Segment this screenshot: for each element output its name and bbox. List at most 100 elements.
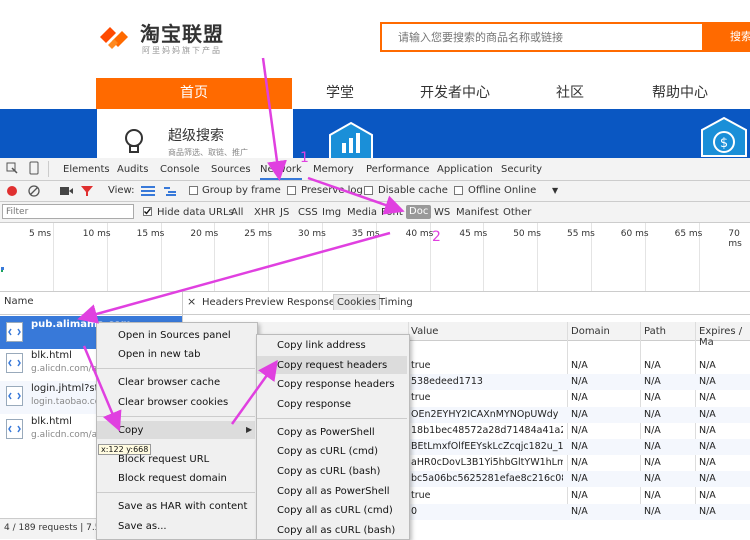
cookie-cell-value[interactable]: 538edeed1713 [411,376,563,387]
cookie-cell-value[interactable]: aHR0cDovL3B1Yi5hbGltYW1hLm... [411,457,563,468]
cookie-cell-path[interactable]: N/A [644,457,694,468]
submenu-copy-as-curl-cmd[interactable]: Copy as cURL (cmd) [277,446,378,457]
tab-performance[interactable]: Performance [366,164,429,175]
menu-item-save-har[interactable]: Save as HAR with content [118,501,247,512]
offline-checkbox[interactable] [454,186,463,195]
column-header-domain[interactable]: Domain [571,326,610,337]
detail-tab-timing[interactable]: Timing [379,297,413,308]
menu-item-copy[interactable]: Copy [118,425,143,436]
submenu-copy-all-as-powershell[interactable]: Copy all as PowerShell [277,486,390,497]
menu-item-block-url[interactable]: Block request URL [118,454,209,465]
submenu-copy-as-curl-bash[interactable]: Copy as cURL (bash) [277,466,380,477]
submenu-copy-all-as-curl-cmd[interactable]: Copy all as cURL (cmd) [277,505,393,516]
cookie-cell-value[interactable]: bc5a06bc5625281efae8c216c08e... [411,473,563,484]
clear-icon[interactable] [28,185,40,197]
menu-item-open-in-new-tab[interactable]: Open in new tab [118,349,200,360]
filter-type-xhr[interactable]: XHR [254,207,275,218]
overview-icon[interactable] [164,185,178,197]
capture-screenshots-icon[interactable] [60,186,73,196]
submenu-copy-response-headers[interactable]: Copy response headers [277,379,395,390]
detail-tab-headers[interactable]: Headers [202,297,244,308]
cookie-cell-expires[interactable]: N/A [699,457,749,468]
cookie-cell-domain[interactable]: N/A [571,473,637,484]
menu-item-save-as[interactable]: Save as... [118,521,167,532]
column-header-path[interactable]: Path [644,326,666,337]
logo-text[interactable]: 淘宝联盟 [140,18,224,47]
cookie-cell-path[interactable]: N/A [644,392,694,403]
cookie-cell-domain[interactable]: N/A [571,490,637,501]
cookie-cell-expires[interactable]: N/A [699,506,749,517]
cookie-cell-expires[interactable]: N/A [699,360,749,371]
cookie-cell-value[interactable]: OEn2EYHY2ICAXnMYNOpUWdy [411,409,563,420]
tab-network[interactable]: Network [260,164,302,180]
cookie-cell-expires[interactable]: N/A [699,473,749,484]
cookie-cell-path[interactable]: N/A [644,506,694,517]
filter-type-ws[interactable]: WS [434,207,450,218]
menu-item-block-domain[interactable]: Block request domain [118,473,227,484]
filter-type-img[interactable]: Img [322,207,341,218]
nav-item-help[interactable]: 帮助中心 [635,78,725,109]
cookie-cell-domain[interactable]: N/A [571,425,637,436]
submenu-copy-all-as-curl-bash[interactable]: Copy all as cURL (bash) [277,525,395,536]
filter-type-js[interactable]: JS [280,207,289,218]
tab-console[interactable]: Console [160,164,200,175]
cookie-cell-value[interactable]: 0 [411,506,563,517]
tab-memory[interactable]: Memory [313,164,354,175]
cookie-cell-path[interactable]: N/A [644,441,694,452]
nav-item-home[interactable]: 首页 [96,78,292,109]
tab-security[interactable]: Security [501,164,542,175]
device-toolbar-icon[interactable] [27,161,41,175]
submenu-copy-response[interactable]: Copy response [277,399,351,410]
throttling-select[interactable]: Online [504,185,536,196]
cookie-cell-domain[interactable]: N/A [571,409,637,420]
cookie-cell-expires[interactable]: N/A [699,441,749,452]
filter-type-manifest[interactable]: Manifest [456,207,499,218]
cookie-cell-value[interactable]: BEtLmxfOlfEEYskLcZcqjc182u_1SF... [411,441,563,452]
cookie-cell-expires[interactable]: N/A [699,392,749,403]
filter-type-font[interactable]: Font [381,207,403,218]
cookie-cell-path[interactable]: N/A [644,360,694,371]
submenu-copy-as-powershell[interactable]: Copy as PowerShell [277,427,375,438]
alimama-logo-icon[interactable] [96,22,136,52]
cookie-cell-path[interactable]: N/A [644,490,694,501]
search-input[interactable] [382,24,734,50]
menu-item-open-in-sources[interactable]: Open in Sources panel [118,330,231,341]
detail-tab-response[interactable]: Response [287,297,335,308]
nav-item-developer[interactable]: 开发者中心 [405,78,505,109]
tab-sources[interactable]: Sources [211,164,251,175]
search-button[interactable]: 搜索 [704,22,750,52]
filter-icon[interactable] [81,185,93,197]
cookie-cell-domain[interactable]: N/A [571,360,637,371]
tab-application[interactable]: Application [437,164,493,175]
filter-type-css[interactable]: CSS [298,207,318,218]
filter-type-media[interactable]: Media [347,207,377,218]
menu-item-clear-cookies[interactable]: Clear browser cookies [118,397,228,408]
cookie-cell-path[interactable]: N/A [644,409,694,420]
search-box[interactable] [380,22,734,52]
cookie-cell-value[interactable]: true [411,392,563,403]
cookie-cell-value[interactable]: 18b1bec48572a28d71484a41a24... [411,425,563,436]
menu-item-clear-cache[interactable]: Clear browser cache [118,377,220,388]
cookie-cell-expires[interactable]: N/A [699,425,749,436]
cookie-cell-domain[interactable]: N/A [571,457,637,468]
nav-item-community[interactable]: 社区 [540,78,600,109]
close-icon[interactable]: × [187,295,196,308]
submenu-copy-link-address[interactable]: Copy link address [277,340,366,351]
cookie-cell-expires[interactable]: N/A [699,490,749,501]
tab-elements[interactable]: Elements [63,164,110,175]
nav-item-academy[interactable]: 学堂 [310,78,370,109]
name-column-title[interactable]: Name [4,296,34,307]
cookie-cell-expires[interactable]: N/A [699,409,749,420]
large-rows-icon[interactable] [141,185,155,197]
cookie-cell-value[interactable]: true [411,490,563,501]
preserve-log-checkbox[interactable] [287,186,296,195]
inspect-element-icon[interactable] [6,162,18,174]
filter-input[interactable] [2,204,134,219]
cookie-cell-domain[interactable]: N/A [571,376,637,387]
chevron-down-icon[interactable]: ▼ [552,186,558,195]
cookie-cell-path[interactable]: N/A [644,473,694,484]
hide-data-urls-checkbox[interactable] [143,207,152,216]
filter-type-all[interactable]: All [231,207,243,218]
cookie-cell-domain[interactable]: N/A [571,506,637,517]
detail-tab-preview[interactable]: Preview [245,297,284,308]
